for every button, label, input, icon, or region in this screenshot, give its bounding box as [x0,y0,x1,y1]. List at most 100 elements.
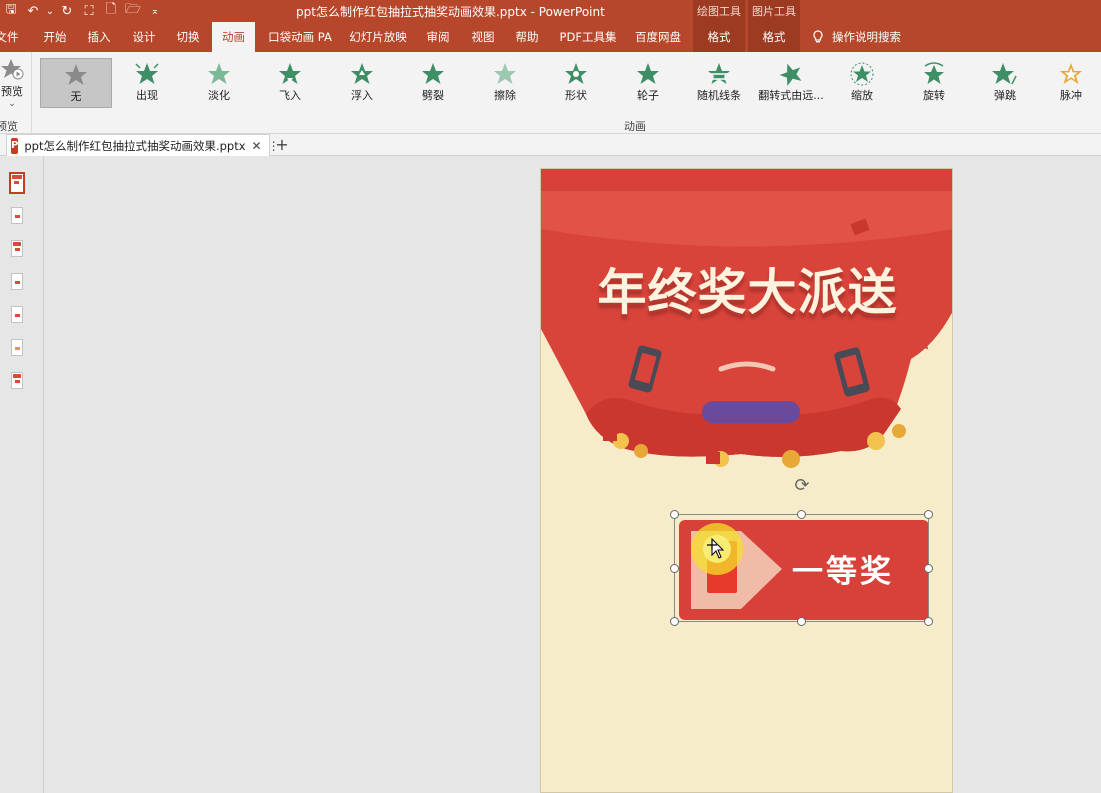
animation-fly-in[interactable]: 飞入 [254,58,326,108]
tab-review[interactable]: 审阅 [421,22,455,52]
animations-ribbon: 预览 ⌄ 预览 无 出现 淡化 飞入 浮入 劈裂 擦除 形状 轮子 随机线条 翻… [0,52,1101,134]
ribbon-tabs: 文件 开始 插入 设计 切换 动画 口袋动画 PA 幻灯片放映 审阅 视图 帮助… [0,22,1101,52]
resize-handle[interactable] [797,510,806,519]
animation-none-label: 无 [70,90,82,103]
resize-handle[interactable] [670,617,679,626]
animation-float-in-label: 浮入 [351,89,373,102]
new-tab-icon[interactable]: + [272,134,292,156]
drawing-tools-label: 绘图工具 [697,5,741,18]
resize-handle[interactable] [797,617,806,626]
animation-float-in[interactable]: 浮入 [326,58,398,108]
star-grow-turn-icon [779,63,802,86]
animation-shape-label: 形状 [565,89,587,102]
tab-slideshow[interactable]: 幻灯片放映 [346,22,410,52]
slide-thumbnail[interactable] [11,306,23,323]
star-appear-icon [135,63,159,84]
window-title: ppt怎么制作红包抽拉式抽奖动画效果.pptx - PowerPoint [296,5,605,19]
open-folder-icon[interactable]: 🗁 [122,0,144,22]
slide-thumbnail[interactable] [11,339,23,356]
animation-pulse[interactable]: 脉冲 [1041,58,1101,108]
animation-fly-in-label: 飞入 [279,89,301,102]
animation-wipe[interactable]: 擦除 [469,58,541,108]
document-tab-bar: P ppt怎么制作红包抽拉式抽奖动画效果.pptx ✕ ⋮ + [0,134,1101,156]
document-tab[interactable]: P ppt怎么制作红包抽拉式抽奖动画效果.pptx ✕ ⋮ [6,134,280,156]
selected-prize-card[interactable] [670,510,933,626]
picture-tools-group: 图片工具 格式 [748,0,800,52]
animation-fade[interactable]: 淡化 [183,58,255,108]
animation-random-bars-label: 随机线条 [697,89,741,102]
tab-pocket-animation[interactable]: 口袋动画 PA [264,22,336,52]
tab-transitions[interactable]: 切换 [171,22,205,52]
slide-thumbnail[interactable] [11,273,23,290]
star-wipe-icon [494,63,516,84]
resize-handle[interactable] [924,564,933,573]
animation-appear-label: 出现 [136,89,158,102]
resize-handle[interactable] [924,510,933,519]
tab-picture-format[interactable]: 格式 [748,22,800,52]
animation-swivel-label: 旋转 [923,89,945,102]
animation-grow-turn[interactable]: 翻转式由远... [755,58,827,108]
star-wheel-icon [637,63,659,84]
slide-thumbnail[interactable] [11,240,23,257]
star-random-bars-icon [708,63,730,84]
animation-fade-label: 淡化 [208,89,230,102]
resize-handle[interactable] [924,617,933,626]
animation-shape[interactable]: 形状 [540,58,612,108]
tab-design[interactable]: 设计 [127,22,161,52]
animation-wipe-label: 擦除 [494,89,516,102]
star-shape-icon [565,63,587,84]
tell-me-search[interactable]: 操作说明搜索 [812,22,901,52]
tab-home[interactable]: 开始 [38,22,72,52]
lightbulb-icon [813,30,823,43]
animation-zoom[interactable]: 缩放 [826,58,898,108]
tab-drawing-format[interactable]: 格式 [693,22,745,52]
preview-star-icon [1,59,24,80]
slide-thumbnail[interactable] [11,207,23,224]
tab-baidu-netdisk[interactable]: 百度网盘 [630,22,686,52]
present-icon[interactable]: ⛶ [78,0,100,22]
star-zoom-icon [850,62,874,86]
animation-split-label: 劈裂 [422,89,444,102]
tab-help[interactable]: 帮助 [510,22,544,52]
animation-split[interactable]: 劈裂 [397,58,469,108]
star-pulse-icon [1060,63,1082,84]
star-fly-in-icon [279,63,301,84]
preview-button[interactable]: 预览 ⌄ [0,58,30,109]
undo-dropdown-icon[interactable]: ⌄ [44,0,56,22]
tab-file[interactable]: 文件 [0,22,20,52]
title-bar: 🖫 ↶ ⌄ ↻ ⛶ 🗋 🗁 ⌅ ppt怎么制作红包抽拉式抽奖动画效果.pptx … [0,0,1101,22]
resize-handle[interactable] [670,564,679,573]
preview-dropdown-icon[interactable]: ⌄ [0,99,30,109]
new-file-icon[interactable]: 🗋 [100,0,122,22]
close-tab-icon[interactable]: ✕ [252,139,262,153]
document-tab-title: ppt怎么制作红包抽拉式抽奖动画效果.pptx [24,138,246,153]
move-cursor-icon [707,537,725,559]
animation-wheel-label: 轮子 [637,89,659,102]
slide-headline: 年终奖大派送 [597,264,898,321]
rotate-handle-icon[interactable]: ⟳ [792,476,812,496]
slide[interactable]: 年终奖大派送 [540,168,953,793]
slide-thumbnail[interactable] [9,172,25,194]
tab-insert[interactable]: 插入 [82,22,116,52]
picture-tools-label: 图片工具 [752,5,796,18]
redo-icon[interactable]: ↻ [56,0,78,22]
save-icon[interactable]: 🖫 [0,0,22,22]
tab-animations[interactable]: 动画 [212,22,255,52]
customize-qat-icon[interactable]: ⌅ [144,0,166,22]
resize-handle[interactable] [670,510,679,519]
animation-appear[interactable]: 出现 [111,58,183,108]
animation-swivel[interactable]: 旋转 [898,58,970,108]
powerpoint-file-icon: P [11,137,19,154]
animation-none[interactable]: 无 [40,58,112,108]
animation-bounce[interactable]: 弹跳 [969,58,1041,108]
undo-icon[interactable]: ↶ [22,0,44,22]
animation-random-bars[interactable]: 随机线条 [683,58,755,108]
tab-view[interactable]: 视图 [466,22,500,52]
tab-pdf-tools[interactable]: PDF工具集 [556,22,620,52]
slide-thumbnail[interactable] [11,372,23,389]
animation-wheel[interactable]: 轮子 [612,58,684,108]
star-none-icon [65,64,87,85]
tell-me-label: 操作说明搜索 [832,30,901,44]
quick-access-toolbar: 🖫 ↶ ⌄ ↻ ⛶ 🗋 🗁 ⌅ [0,0,166,22]
drawing-tools-group: 绘图工具 格式 [693,0,745,52]
